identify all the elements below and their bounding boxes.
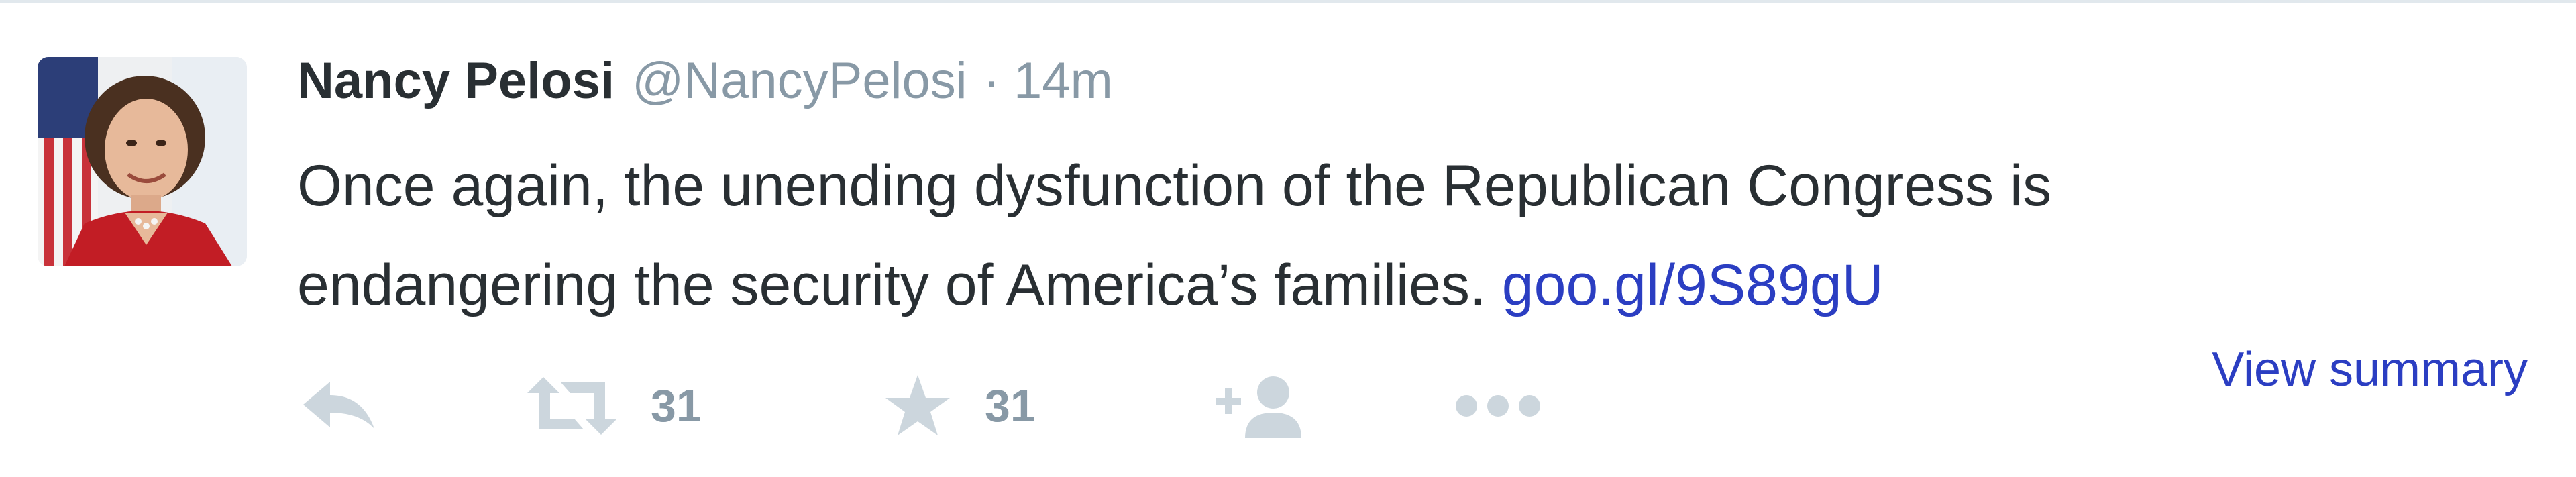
more-icon — [1456, 395, 1540, 417]
follow-icon — [1216, 376, 1301, 438]
avatar[interactable] — [38, 57, 247, 266]
reply-icon — [303, 382, 374, 429]
favorite-button[interactable]: 31 — [884, 366, 1036, 446]
retweet-icon — [527, 377, 617, 435]
star-icon — [885, 375, 950, 435]
tweet-text-line-2-body: endangering the security of America’s fa… — [297, 253, 1486, 317]
avatar-image — [38, 57, 247, 266]
retweet-count: 31 — [651, 380, 702, 431]
favorite-count: 31 — [985, 380, 1036, 431]
tweet-link[interactable]: goo.gl/9S89gU — [1502, 253, 1884, 317]
author-username[interactable]: @NancyPelosi — [632, 52, 967, 110]
tweet-header: Nancy Pelosi @NancyPelosi · 14m — [297, 52, 1113, 125]
tweet-text-line-2: endangering the security of America’s fa… — [297, 235, 2511, 335]
tweet-timestamp[interactable]: 14m — [1014, 52, 1113, 110]
tweet[interactable]: Nancy Pelosi @NancyPelosi · 14m Once aga… — [0, 3, 2576, 477]
retweet-button[interactable]: 31 — [527, 366, 702, 446]
header-separator: · — [983, 52, 1000, 109]
tweet-actions: 31 31 — [0, 366, 2576, 446]
follow-button[interactable] — [1216, 366, 1307, 446]
author-fullname[interactable]: Nancy Pelosi — [297, 52, 614, 110]
reply-button[interactable] — [301, 366, 378, 446]
tweet-text-line-1: Once again, the unending dysfunction of … — [297, 154, 2052, 218]
more-button[interactable] — [1454, 366, 1542, 446]
tweet-text: Once again, the unending dysfunction of … — [297, 136, 2511, 335]
